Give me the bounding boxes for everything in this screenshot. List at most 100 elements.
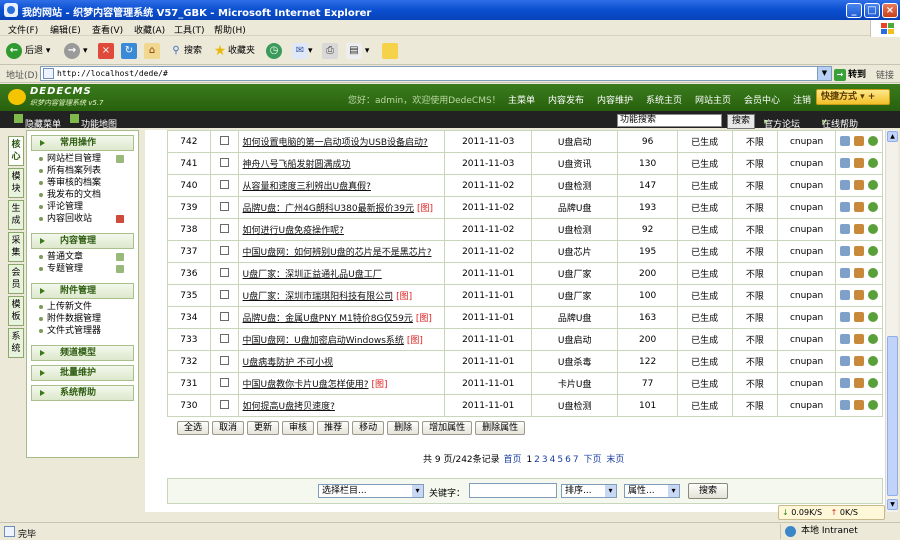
preview-icon[interactable] bbox=[867, 158, 878, 169]
menu-item-attach-data[interactable]: 附件数据管理 bbox=[37, 313, 138, 325]
edit-content-icon[interactable] bbox=[853, 268, 864, 279]
edit-props-icon[interactable] bbox=[839, 334, 850, 345]
menu-item-pending-docs[interactable]: 等审核的档案 bbox=[37, 177, 138, 189]
cancel-select-button[interactable]: 取消 bbox=[212, 421, 245, 435]
preview-icon[interactable] bbox=[867, 312, 878, 323]
function-search-input[interactable]: 功能搜索 bbox=[617, 114, 722, 127]
messenger-button[interactable] bbox=[382, 42, 398, 60]
row-category[interactable]: U盘芯片 bbox=[531, 240, 619, 263]
print-button[interactable]: ⎙ bbox=[322, 42, 338, 60]
edit-props-icon[interactable] bbox=[839, 378, 850, 389]
edit-props-icon[interactable] bbox=[839, 290, 850, 301]
vertical-scrollbar[interactable]: ▲ ▼ bbox=[885, 130, 898, 512]
attr-select[interactable]: 属性... bbox=[624, 484, 680, 498]
edit-props-icon[interactable] bbox=[839, 136, 850, 147]
menu-group-help[interactable]: 系统帮助 bbox=[31, 385, 134, 401]
row-category[interactable]: U盘检测 bbox=[531, 218, 619, 241]
edit-props-icon[interactable] bbox=[839, 246, 850, 257]
menu-item-upload[interactable]: 上传新文件 bbox=[37, 301, 138, 313]
nav-system-home[interactable]: 系统主页 bbox=[646, 93, 682, 106]
pager-page[interactable]: 6 bbox=[565, 455, 571, 465]
row-category[interactable]: U盘厂家 bbox=[531, 262, 619, 285]
recommend-button[interactable]: 推荐 bbox=[317, 421, 350, 435]
add-attr-button[interactable]: 增加属性 bbox=[422, 421, 473, 435]
menu-group-attachments[interactable]: 附件管理 bbox=[31, 283, 134, 299]
menu-item-topic[interactable]: 专题管理 bbox=[37, 263, 138, 275]
edit-props-icon[interactable] bbox=[839, 400, 850, 411]
row-title-link[interactable]: 中国U盘网：如何辨别U盘的芯片是不是黑芯片? bbox=[243, 248, 432, 258]
row-category[interactable]: U盘检测 bbox=[531, 174, 619, 197]
row-title-link[interactable]: U盘病毒防护 不可小视 bbox=[243, 358, 333, 368]
row-title-link[interactable]: U盘厂家：深圳正益通礼品U盘工厂 bbox=[243, 270, 382, 280]
preview-icon[interactable] bbox=[867, 224, 878, 235]
edit-content-icon[interactable] bbox=[853, 202, 864, 213]
side-tab-member[interactable]: 会员 bbox=[8, 264, 24, 294]
nav-maintain[interactable]: 内容维护 bbox=[597, 93, 633, 106]
move-button[interactable]: 移动 bbox=[352, 421, 385, 435]
preview-icon[interactable] bbox=[867, 356, 878, 367]
row-category[interactable]: U盘厂家 bbox=[531, 284, 619, 307]
row-title-link[interactable]: 如何设置电脑的第一启动项设为USB设备启动? bbox=[243, 138, 428, 148]
side-tab-generate[interactable]: 生成 bbox=[8, 200, 24, 230]
pager-last[interactable]: 末页 bbox=[606, 455, 624, 465]
scroll-up-icon[interactable]: ▲ bbox=[887, 131, 898, 142]
pager-next[interactable]: 下页 bbox=[583, 455, 601, 465]
edit-props-icon[interactable] bbox=[839, 224, 850, 235]
edit-props-icon[interactable] bbox=[839, 268, 850, 279]
edit-content-icon[interactable] bbox=[853, 158, 864, 169]
history-button[interactable]: ◷ bbox=[266, 42, 285, 60]
mail-button[interactable]: ✉ ▾ bbox=[292, 42, 313, 60]
go-button[interactable]: → 转到 bbox=[834, 67, 866, 81]
edit-props-icon[interactable] bbox=[839, 158, 850, 169]
pager-page[interactable]: 5 bbox=[557, 455, 563, 465]
row-checkbox[interactable] bbox=[219, 267, 229, 277]
pager-first[interactable]: 首页 bbox=[504, 455, 522, 465]
edit-content-icon[interactable] bbox=[853, 356, 864, 367]
pager-page[interactable]: 4 bbox=[550, 455, 556, 465]
row-title-link[interactable]: 从容量和速度三利辨出U盘真假? bbox=[243, 182, 371, 192]
menu-favorites[interactable]: 收藏(A) bbox=[134, 23, 165, 36]
menu-help[interactable]: 帮助(H) bbox=[214, 23, 246, 36]
nav-publish[interactable]: 内容发布 bbox=[548, 93, 584, 106]
edit-props-icon[interactable] bbox=[839, 180, 850, 191]
update-button[interactable]: 更新 bbox=[247, 421, 280, 435]
edit-content-icon[interactable] bbox=[853, 246, 864, 257]
edit-content-icon[interactable] bbox=[853, 224, 864, 235]
preview-icon[interactable] bbox=[867, 268, 878, 279]
favorites-button[interactable]: ★ 收藏夹 bbox=[212, 42, 255, 60]
row-checkbox[interactable] bbox=[219, 201, 229, 211]
edit-content-icon[interactable] bbox=[853, 378, 864, 389]
edit-props-icon[interactable] bbox=[839, 202, 850, 213]
menu-item-all-docs[interactable]: 所有档案列表 bbox=[37, 165, 138, 177]
row-title-link[interactable]: 神舟八号飞船发射圆满成功 bbox=[243, 160, 351, 170]
edit-content-icon[interactable] bbox=[853, 180, 864, 191]
remove-attr-button[interactable]: 删除属性 bbox=[475, 421, 526, 435]
back-button[interactable]: ← 后退 ▾ bbox=[6, 42, 50, 60]
edit-content-icon[interactable] bbox=[853, 136, 864, 147]
home-button[interactable]: ⌂ bbox=[144, 42, 160, 60]
edit-props-icon[interactable] bbox=[839, 356, 850, 367]
row-checkbox[interactable] bbox=[219, 289, 229, 299]
preview-icon[interactable] bbox=[867, 246, 878, 257]
search-submit-button[interactable]: 搜索 bbox=[688, 483, 728, 499]
menu-group-channel-model[interactable]: 频道模型 bbox=[31, 345, 134, 361]
quick-menu-button[interactable]: 快捷方式 ▾ + bbox=[816, 89, 890, 105]
close-button[interactable]: × bbox=[882, 3, 898, 18]
menu-item-comments[interactable]: 评论管理 bbox=[37, 201, 138, 213]
row-title-link[interactable]: 中国U盘教你卡片U盘怎样使用? bbox=[243, 380, 369, 390]
menu-view[interactable]: 查看(V) bbox=[92, 23, 123, 36]
row-category[interactable]: U盘杀毒 bbox=[531, 350, 619, 373]
row-title-link[interactable]: 品牌U盘：广州4G朗科U380最新报价39元 bbox=[243, 204, 415, 214]
category-select[interactable]: 选择栏目... bbox=[318, 484, 424, 498]
row-title-link[interactable]: 品牌U盘：金属U盘PNY M1特价8G仅59元 bbox=[243, 314, 413, 324]
row-category[interactable]: 品牌U盘 bbox=[531, 306, 619, 329]
side-tab-module[interactable]: 模块 bbox=[8, 168, 24, 198]
row-checkbox[interactable] bbox=[219, 245, 229, 255]
edit-content-icon[interactable] bbox=[853, 290, 864, 301]
row-category[interactable]: U盘检测 bbox=[531, 394, 619, 417]
nav-logout[interactable]: 注销 bbox=[793, 93, 811, 106]
pager-page[interactable]: 3 bbox=[542, 455, 548, 465]
preview-icon[interactable] bbox=[867, 202, 878, 213]
menu-item-recycle-bin[interactable]: 内容回收站 bbox=[37, 213, 138, 225]
edit-content-icon[interactable] bbox=[853, 334, 864, 345]
